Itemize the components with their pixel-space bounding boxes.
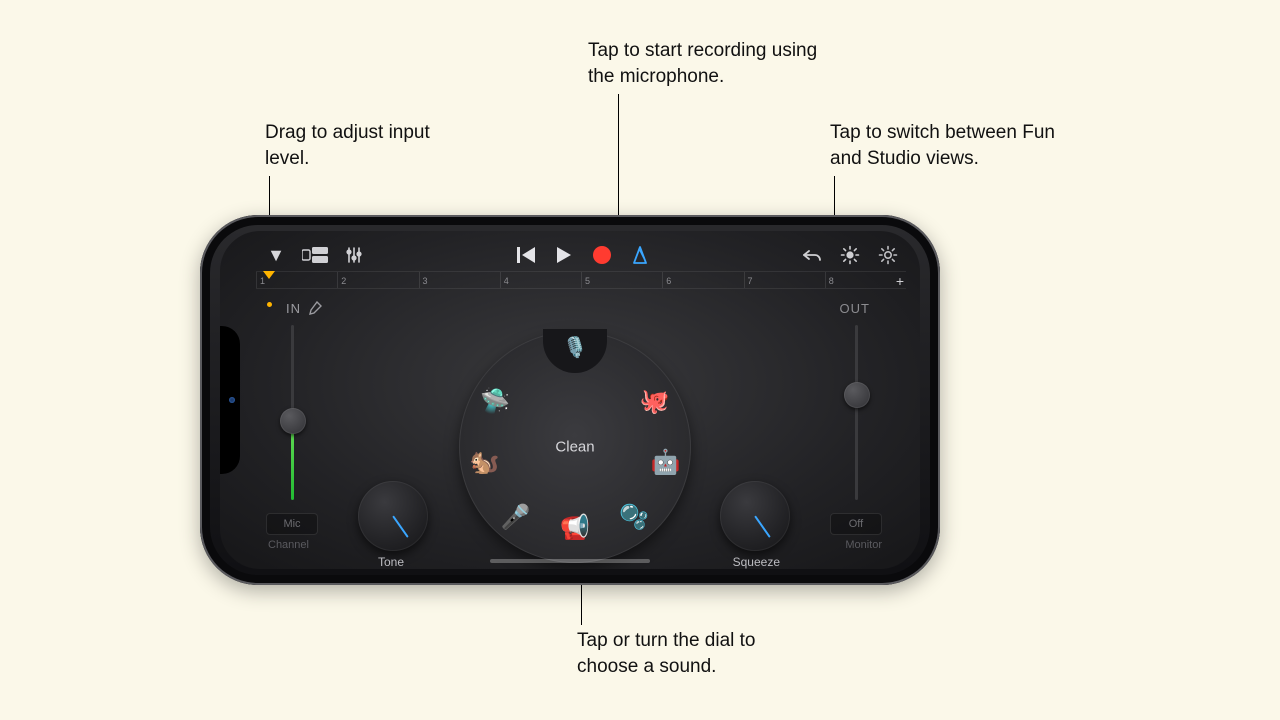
dial-sound-robot[interactable]: 🤖 bbox=[650, 447, 682, 479]
out-label: OUT bbox=[840, 301, 870, 316]
go-to-beginning-icon[interactable] bbox=[514, 243, 538, 267]
tone-knob[interactable] bbox=[358, 481, 428, 551]
disclosure-icon[interactable]: ▼ bbox=[264, 243, 288, 267]
record-icon bbox=[593, 246, 611, 264]
dial-sound-ufo[interactable]: 🛸 bbox=[479, 385, 511, 417]
ruler-tick: 6 bbox=[662, 272, 671, 288]
device-notch bbox=[220, 326, 240, 474]
monitor-label: Monitor bbox=[845, 539, 882, 551]
mic-icon: 🎙️ bbox=[563, 335, 588, 360]
ruler-tick: 5 bbox=[581, 272, 590, 288]
tone-label: Tone bbox=[378, 555, 404, 569]
view-switch-icon[interactable] bbox=[838, 243, 862, 267]
timeline-ruler[interactable]: + 12345678 bbox=[256, 271, 906, 289]
sound-dial[interactable]: 🎙️ Clean 🛸🐙🐿️🤖🎤🫧☎️📢 bbox=[459, 331, 691, 563]
dial-sound-gold-mic[interactable]: 🎤 bbox=[500, 501, 532, 533]
input-level-thumb[interactable] bbox=[280, 408, 306, 434]
dial-sound-megaphone[interactable]: 📢 bbox=[559, 511, 591, 543]
squeeze-knob[interactable] bbox=[720, 481, 790, 551]
annotation-input-level: Drag to adjust input level. bbox=[265, 120, 465, 171]
ruler-tick: 4 bbox=[500, 272, 509, 288]
channel-label: Channel bbox=[268, 539, 309, 551]
annotation-dial: Tap or turn the dial to choose a sound. bbox=[577, 628, 817, 679]
ruler-tick: 3 bbox=[419, 272, 428, 288]
dial-sound-bubbles[interactable]: 🫧 bbox=[618, 501, 650, 533]
tracks-view-icon[interactable] bbox=[302, 243, 328, 267]
playhead-icon[interactable] bbox=[263, 271, 275, 279]
metronome-icon[interactable] bbox=[628, 243, 652, 267]
in-label: IN bbox=[286, 301, 301, 316]
fx-sliders-icon[interactable] bbox=[342, 243, 366, 267]
annotation-record: Tap to start recording using the microph… bbox=[588, 38, 848, 89]
settings-gear-icon[interactable] bbox=[876, 243, 900, 267]
dial-sound-monster[interactable]: 🐙 bbox=[639, 385, 671, 417]
ruler-tick: 2 bbox=[337, 272, 346, 288]
undo-icon[interactable] bbox=[800, 243, 824, 267]
mic-button[interactable]: Mic bbox=[266, 513, 318, 535]
play-icon[interactable] bbox=[552, 243, 576, 267]
screen: ▼ bbox=[220, 231, 920, 569]
dial-center-label: Clean bbox=[555, 439, 594, 456]
input-level-slider[interactable] bbox=[291, 325, 294, 500]
record-button[interactable] bbox=[590, 243, 614, 267]
main-panel: IN OUT Mic Channel Off Monitor Tone Sque… bbox=[250, 291, 900, 559]
output-level-thumb[interactable] bbox=[844, 382, 870, 408]
dial-notch: 🎙️ bbox=[543, 329, 607, 373]
input-options-icon[interactable] bbox=[308, 301, 322, 318]
home-indicator bbox=[490, 559, 650, 563]
add-section-icon[interactable]: + bbox=[896, 272, 904, 290]
input-clip-indicator bbox=[267, 302, 272, 307]
phone-frame: ▼ bbox=[200, 215, 940, 585]
squeeze-label: Squeeze bbox=[733, 555, 780, 569]
dial-sound-squirrel[interactable]: 🐿️ bbox=[468, 447, 500, 479]
toolbar: ▼ bbox=[264, 239, 900, 271]
ruler-tick: 7 bbox=[744, 272, 753, 288]
output-level-slider[interactable] bbox=[855, 325, 858, 500]
ruler-tick: 8 bbox=[825, 272, 834, 288]
annotation-views: Tap to switch between Fun and Studio vie… bbox=[830, 120, 1090, 171]
monitor-off-button[interactable]: Off bbox=[830, 513, 882, 535]
